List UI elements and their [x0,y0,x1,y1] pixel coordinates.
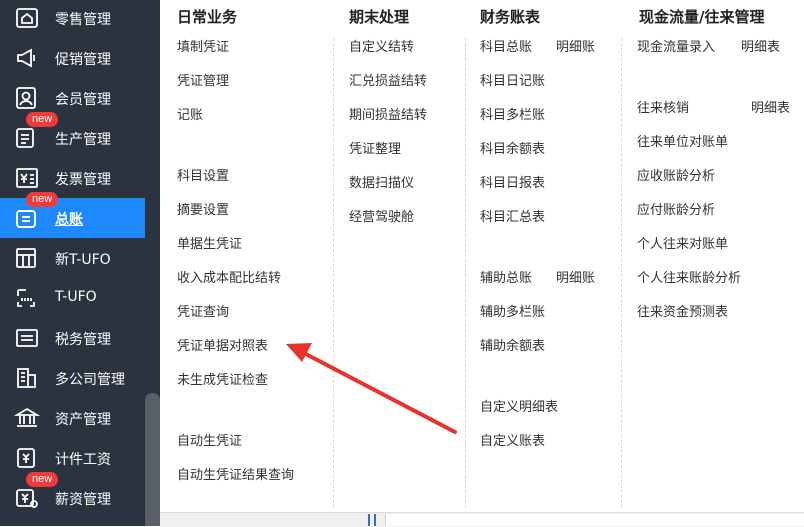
bottom-panel [385,514,804,526]
sidebar-item-label: 新T-UFO [55,252,111,268]
bottom-divider-mark [368,514,370,526]
sidebar-item-piece-wage[interactable]: 计件工资 [0,438,145,478]
menu-item-account-write-off[interactable]: 往来核销 [637,100,689,118]
menu-item-document-to-voucher[interactable]: 单据生凭证 [177,236,242,254]
menu-item-account-journal[interactable]: 科目日记账 [480,73,545,91]
general-ledger-menu-panel: 日常业务 期末处理 财务账表 现金流量/往来管理 填制凭证 凭证管理 记账 科目… [160,0,804,512]
menu-item-fund-forecast[interactable]: 往来资金预测表 [637,304,728,322]
production-icon [14,126,40,150]
menu-item-partner-statement[interactable]: 往来单位对账单 [637,134,728,152]
sidebar-item-invoice[interactable]: 发票管理 [0,158,145,198]
sidebar: 零售管理 促销管理 会员管理 new 生产管理 发票管理 new 总账 新T-U… [0,0,145,526]
sidebar-item-member[interactable]: 会员管理 [0,78,145,118]
menu-item-auxiliary-general-ledger[interactable]: 辅助总账 [480,270,532,288]
sidebar-item-multi-company[interactable]: 多公司管理 [0,358,145,398]
menu-item-auto-voucher-result-query[interactable]: 自动生凭证结果查询 [177,467,294,485]
sidebar-item-retail[interactable]: 零售管理 [0,0,145,38]
menu-item-auxiliary-multi-column[interactable]: 辅助多栏账 [480,304,545,322]
sidebar-item-label: 发票管理 [55,172,111,188]
menu-item-personal-aging[interactable]: 个人往来账龄分析 [637,270,741,288]
new-badge: new [26,112,59,127]
menu-item-bookkeeping[interactable]: 记账 [177,107,203,125]
menu-item-auxiliary-detail-ledger[interactable]: 明细账 [556,270,595,288]
sidebar-item-label: 税务管理 [55,332,111,348]
sidebar-item-label: 计件工资 [55,452,111,468]
menu-item-business-cockpit[interactable]: 经营驾驶舱 [349,209,414,227]
new-badge: new [26,472,59,487]
menu-item-exchange-gain-loss-carryover[interactable]: 汇兑损益结转 [349,73,427,91]
menu-item-summary-settings[interactable]: 摘要设置 [177,202,229,220]
column-divider [333,38,334,508]
menu-item-data-scanner[interactable]: 数据扫描仪 [349,175,414,193]
menu-item-revenue-cost-matching[interactable]: 收入成本配比结转 [177,270,281,288]
sidebar-item-label: 零售管理 [55,12,111,28]
salary-icon [14,486,40,510]
asset-icon [14,406,40,430]
sidebar-scrollbar-thumb[interactable] [145,393,160,526]
sidebar-item-label: 促销管理 [55,52,111,68]
menu-item-voucher-query[interactable]: 凭证查询 [177,304,229,322]
ledger-icon [14,206,40,230]
menu-item-custom-carryover[interactable]: 自定义结转 [349,39,414,57]
menu-item-auxiliary-balance[interactable]: 辅助余额表 [480,338,545,356]
menu-item-personal-statement[interactable]: 个人往来对账单 [637,236,728,254]
sidebar-item-tax[interactable]: 税务管理 [0,318,145,358]
menu-item-voucher-management[interactable]: 凭证管理 [177,73,229,91]
menu-item-fill-voucher[interactable]: 填制凭证 [177,39,229,57]
sidebar-item-label: 多公司管理 [55,372,125,388]
menu-item-cashflow-detail[interactable]: 明细表 [741,39,780,57]
menu-item-write-off-detail[interactable]: 明细表 [751,100,790,118]
sidebar-item-label: 薪资管理 [55,492,111,508]
menu-item-voucher-organize[interactable]: 凭证整理 [349,141,401,159]
column-divider [621,38,622,508]
column-divider [465,38,466,508]
menu-item-receivable-aging[interactable]: 应收账龄分析 [637,168,715,186]
member-icon [14,86,40,110]
sidebar-item-label: 资产管理 [55,412,111,428]
sidebar-item-promotion[interactable]: 促销管理 [0,38,145,78]
column-title-cashflow: 现金流量/往来管理 [639,8,765,26]
menu-item-payable-aging[interactable]: 应付账龄分析 [637,202,715,220]
sidebar-item-label: 会员管理 [55,92,111,108]
menu-item-ungenerated-voucher-check[interactable]: 未生成凭证检查 [177,372,268,390]
sidebar-item-new-tufo[interactable]: 新T-UFO [0,238,145,278]
sidebar-item-production[interactable]: new 生产管理 [0,112,145,158]
sidebar-item-label: T-UFO [55,289,97,305]
column-title-period-end: 期末处理 [349,8,410,26]
sidebar-item-general-ledger[interactable]: new 总账 [0,192,145,238]
tax-icon [14,326,40,350]
menu-item-cashflow-entry[interactable]: 现金流量录入 [637,39,715,57]
menu-item-account-daily-report[interactable]: 科目日报表 [480,175,545,193]
piece-wage-icon [14,446,40,470]
new-badge: new [26,192,59,207]
menu-item-custom-detail-report[interactable]: 自定义明细表 [480,399,558,417]
sidebar-item-label: 总账 [55,212,83,228]
menu-item-account-multi-column[interactable]: 科目多栏账 [480,107,545,125]
menu-item-custom-report[interactable]: 自定义账表 [480,433,545,451]
sidebar-item-salary[interactable]: new 薪资管理 [0,472,145,518]
bottom-divider-mark [374,514,376,526]
menu-item-account-summary[interactable]: 科目汇总表 [480,209,545,227]
tufo-icon [14,286,40,310]
menu-item-period-profit-loss-carryover[interactable]: 期间损益结转 [349,107,427,125]
megaphone-icon [14,46,40,70]
column-title-daily: 日常业务 [177,8,238,26]
invoice-icon [14,166,40,190]
menu-item-account-detail-ledger[interactable]: 明细账 [556,39,595,57]
sidebar-item-asset[interactable]: 资产管理 [0,398,145,438]
menu-item-voucher-document-comparison[interactable]: 凭证单据对照表 [177,338,268,356]
menu-item-account-balance[interactable]: 科目余额表 [480,141,545,159]
menu-item-account-settings[interactable]: 科目设置 [177,168,229,186]
menu-item-auto-voucher[interactable]: 自动生凭证 [177,433,242,451]
column-title-reports: 财务账表 [480,8,541,26]
new-tufo-icon [14,246,40,270]
sidebar-item-tufo[interactable]: T-UFO [0,278,145,318]
menu-item-account-general-ledger[interactable]: 科目总账 [480,39,532,57]
sidebar-item-label: 生产管理 [55,132,111,148]
retail-icon [14,6,40,30]
multi-company-icon [14,366,40,390]
